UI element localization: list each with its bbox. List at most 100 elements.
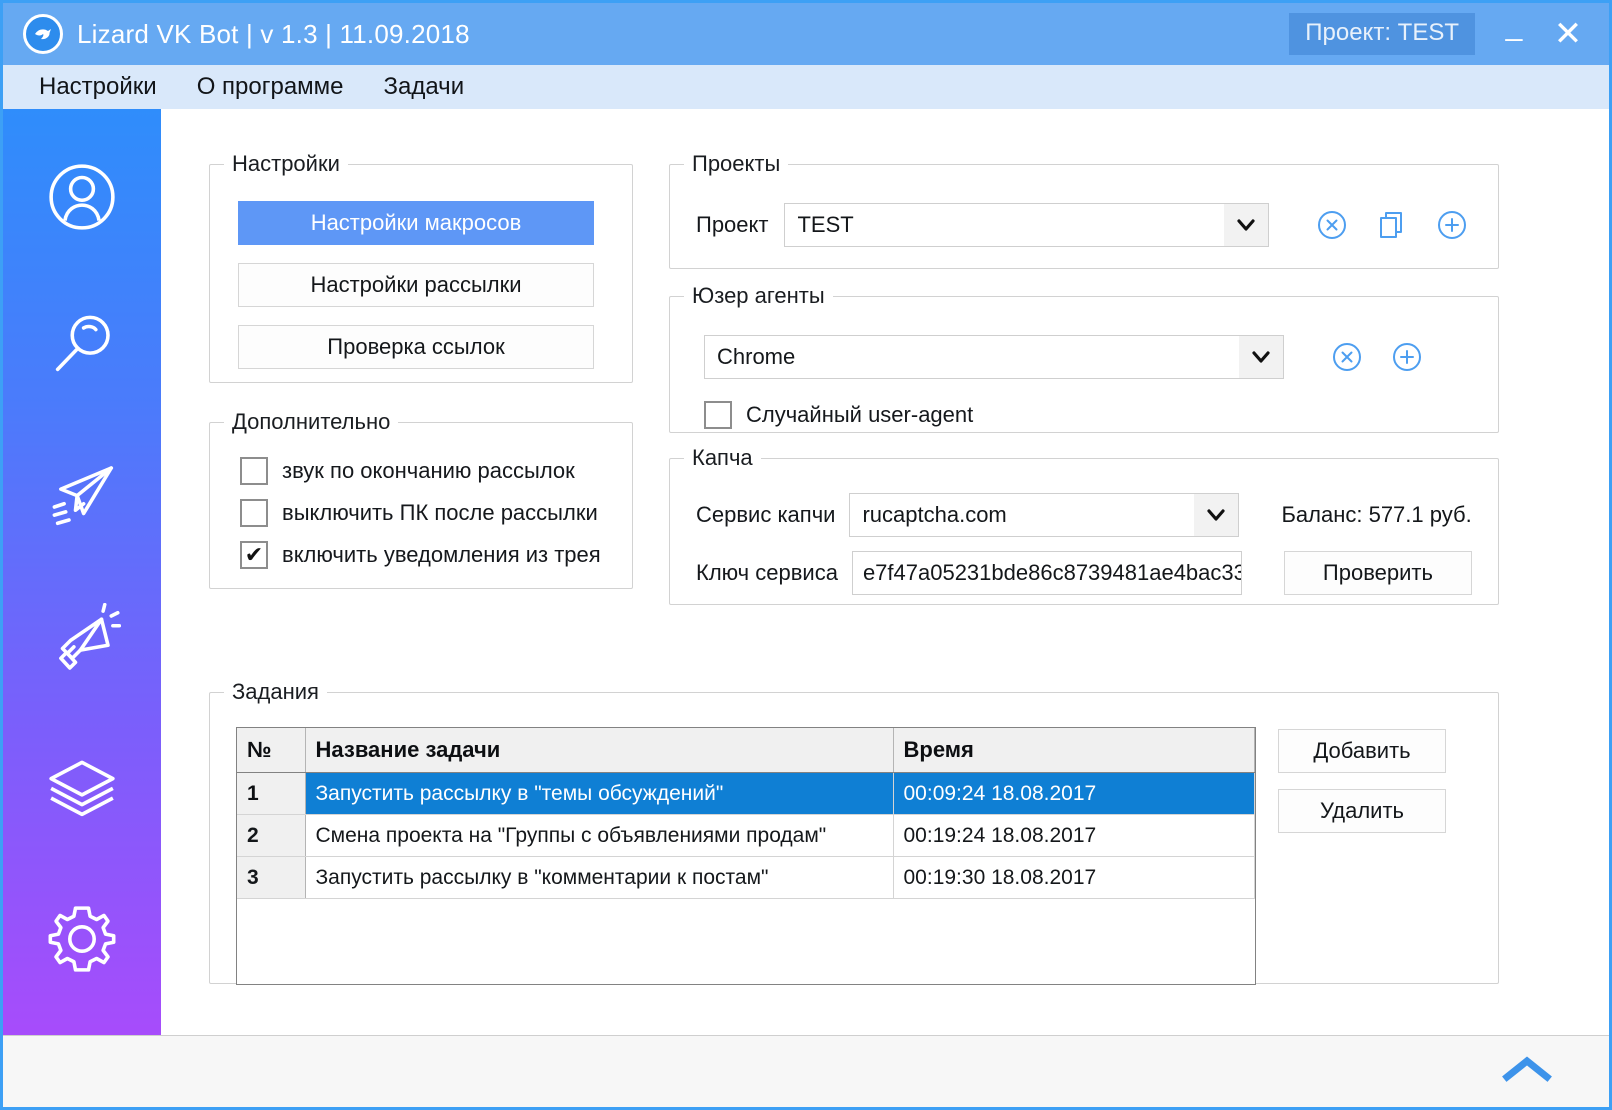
cell-name: Запустить рассылку в "комментарии к пост… [305, 856, 894, 899]
cell-number: 3 [237, 856, 306, 899]
cell-time: 00:09:24 18.08.2017 [893, 772, 1255, 815]
project-select-value: TEST [797, 212, 854, 237]
add-circle-icon[interactable] [1435, 208, 1469, 242]
menu-item-about[interactable]: О программе [183, 71, 358, 103]
sidebar-item-promo[interactable] [28, 590, 136, 694]
add-circle-icon[interactable] [1390, 340, 1424, 374]
delete-circle-icon[interactable] [1330, 340, 1364, 374]
sidebar-item-profile[interactable] [28, 145, 136, 249]
extra-group-legend: Дополнительно [232, 409, 391, 434]
shutdown-checkbox[interactable] [240, 499, 268, 527]
title-bar: Lizard VK Bot | v 1.3 | 11.09.2018 Проек… [3, 3, 1609, 65]
tasks-table-container[interactable]: № Название задачи Время 1 Запустить расс… [236, 727, 1256, 985]
minimize-button[interactable]: _ [1487, 3, 1541, 65]
project-field-label: Проект [696, 212, 769, 237]
add-task-button[interactable]: Добавить [1278, 729, 1446, 773]
captcha-key-label: Ключ сервиса [696, 560, 838, 585]
projects-group-legend: Проекты [692, 151, 781, 176]
project-badge: Проект: TEST [1289, 13, 1475, 55]
captcha-group-legend: Капча [692, 445, 753, 470]
delete-circle-icon[interactable] [1315, 208, 1349, 242]
agents-group: Юзер агенты Chrome Случайный user-agent [669, 283, 1499, 433]
layers-icon [43, 751, 121, 829]
table-row[interactable]: 1 Запустить рассылку в "темы обсуждений"… [237, 772, 1255, 815]
agent-actions [1330, 340, 1424, 374]
sidebar-item-layers[interactable] [28, 738, 136, 842]
delete-task-button[interactable]: Удалить [1278, 789, 1446, 833]
copy-icon[interactable] [1375, 208, 1409, 242]
cell-number: 2 [237, 814, 306, 857]
tasks-group-legend: Задания [232, 679, 319, 704]
settings-group: Настройки Настройки макросов Настройки р… [209, 151, 633, 383]
agent-row: Chrome [704, 335, 1478, 379]
checkbox-row-random-agent[interactable]: Случайный user-agent [704, 401, 973, 429]
menu-item-tasks[interactable]: Задачи [370, 71, 479, 103]
captcha-key-row: Ключ сервиса e7f47a05231bde86c8739481ae4… [696, 551, 1472, 595]
table-row[interactable]: 2 Смена проекта на "Группы с объявлениям… [237, 814, 1255, 857]
projects-group: Проекты Проект TEST [669, 151, 1499, 269]
megaphone-icon [43, 603, 121, 681]
captcha-service-select[interactable]: rucaptcha.com [849, 493, 1240, 537]
chevron-down-icon[interactable] [1239, 336, 1283, 378]
column-header-name: Название задачи [305, 728, 894, 773]
captcha-group: Капча Сервис капчи rucaptcha.com Баланс:… [669, 445, 1499, 605]
agents-group-legend: Юзер агенты [692, 283, 825, 308]
project-actions [1315, 208, 1469, 242]
cell-time: 00:19:30 18.08.2017 [893, 856, 1255, 899]
close-button[interactable]: ✕ [1541, 3, 1595, 65]
app-logo-icon [23, 14, 63, 54]
paper-plane-icon [43, 455, 121, 533]
chevron-up-icon[interactable] [1501, 1055, 1553, 1088]
sidebar-item-search[interactable] [28, 293, 136, 397]
checkbox-row-sound[interactable]: звук по окончанию рассылок [240, 457, 601, 485]
macros-settings-button[interactable]: Настройки макросов [238, 201, 594, 245]
random-agent-checkbox[interactable] [704, 401, 732, 429]
app-window: Lizard VK Bot | v 1.3 | 11.09.2018 Проек… [0, 0, 1612, 1110]
captcha-check-button[interactable]: Проверить [1283, 551, 1472, 595]
table-row[interactable]: 3 Запустить рассылку в "комментарии к по… [237, 856, 1255, 899]
cell-number: 1 [237, 772, 306, 815]
tray-checkbox[interactable]: ✔ [240, 541, 268, 569]
search-icon [43, 306, 121, 384]
cell-name: Запустить рассылку в "темы обсуждений" [305, 772, 894, 815]
agent-select[interactable]: Chrome [704, 335, 1284, 379]
window-title: Lizard VK Bot | v 1.3 | 11.09.2018 [77, 18, 470, 49]
agent-select-value: Chrome [717, 344, 796, 369]
main-content: Настройки Настройки макросов Настройки р… [161, 109, 1609, 1035]
menu-item-settings[interactable]: Настройки [25, 71, 171, 103]
random-agent-label: Случайный user-agent [746, 402, 974, 427]
tasks-actions: Добавить Удалить [1278, 729, 1446, 833]
mailing-settings-button[interactable]: Настройки рассылки [238, 263, 594, 307]
cell-time: 00:19:24 18.08.2017 [893, 814, 1255, 857]
user-circle-icon [43, 158, 121, 236]
captcha-service-label: Сервис капчи [696, 502, 836, 527]
captcha-service-value: rucaptcha.com [862, 502, 1007, 527]
captcha-key-input[interactable]: e7f47a05231bde86c8739481ae4bac33 [851, 551, 1242, 595]
chevron-down-icon[interactable] [1194, 494, 1239, 536]
column-header-number: № [237, 728, 306, 773]
extra-group: Дополнительно звук по окончанию рассылок… [209, 409, 633, 589]
settings-button-list: Настройки макросов Настройки рассылки Пр… [238, 201, 594, 369]
checkbox-row-tray[interactable]: ✔ включить уведомления из трея [240, 541, 601, 569]
menu-bar: Настройки О программе Задачи [3, 65, 1609, 109]
project-row: Проект TEST [696, 203, 1478, 247]
shutdown-checkbox-label: выключить ПК после рассылки [282, 500, 598, 525]
sidebar [3, 109, 161, 1035]
check-links-button[interactable]: Проверка ссылок [238, 325, 594, 369]
status-bar [3, 1035, 1609, 1107]
sound-checkbox[interactable] [240, 457, 268, 485]
column-header-time: Время [893, 728, 1255, 773]
settings-group-legend: Настройки [232, 151, 340, 176]
project-select[interactable]: TEST [784, 203, 1270, 247]
sidebar-item-settings[interactable] [28, 887, 136, 991]
tasks-group: Задания № Название задачи Время 1 Запуст… [209, 679, 1499, 985]
sidebar-item-send[interactable] [28, 442, 136, 546]
tray-checkbox-label: включить уведомления из трея [282, 542, 601, 567]
sound-checkbox-label: звук по окончанию рассылок [282, 458, 575, 483]
chevron-down-icon[interactable] [1224, 204, 1269, 246]
checkbox-row-shutdown[interactable]: выключить ПК после рассылки [240, 499, 601, 527]
tasks-table-header-row: № Название задачи Время [237, 728, 1255, 773]
captcha-balance: Баланс: 577.1 руб. [1281, 502, 1472, 527]
captcha-service-row: Сервис капчи rucaptcha.com Баланс: 577.1… [696, 493, 1472, 537]
cell-name: Смена проекта на "Группы с объявлениями … [305, 814, 894, 857]
